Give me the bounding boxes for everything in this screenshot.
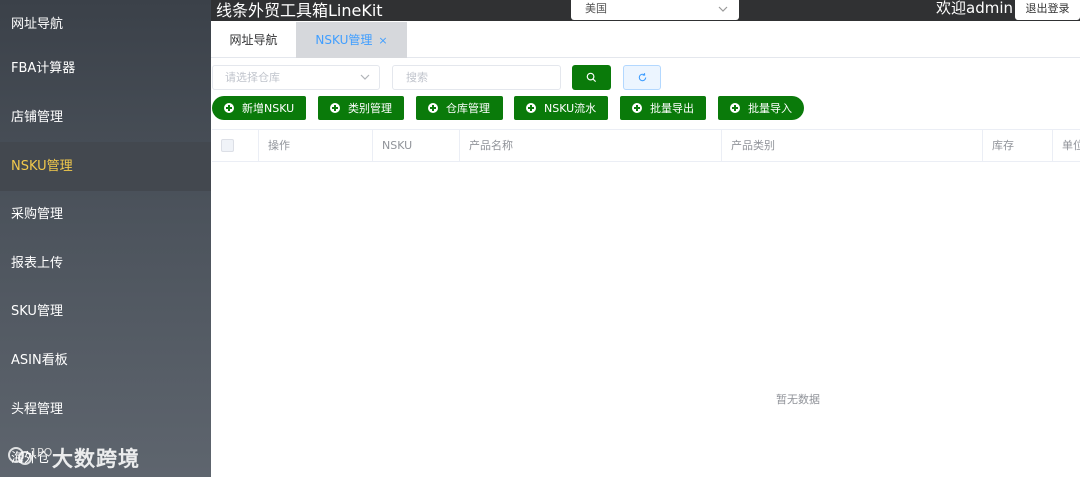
tab-label: 网址导航 (229, 33, 278, 47)
plus-circle-icon (224, 103, 234, 113)
plus-circle-icon (632, 103, 642, 113)
watermark: 1PO 大数跨境 (8, 444, 140, 472)
sidebar-item-purchase-management[interactable]: 采购管理 (0, 190, 211, 239)
top-bar: 线条外贸工具箱LineKit 美国 欢迎admin 退出登录 (211, 0, 1080, 21)
column-header: NSKU (373, 130, 460, 161)
sidebar-item-store-management[interactable]: 店铺管理 (0, 93, 211, 142)
logout-button[interactable]: 退出登录 (1015, 0, 1080, 20)
sidebar: 网址导航 FBA计算器 店铺管理 NSKU管理 采购管理 报表上传 SKU管理 … (0, 0, 211, 477)
table-header: 操作 NSKU 产品名称 产品类别 库存 单位 (212, 129, 1080, 162)
select-all-column (212, 130, 259, 161)
button-label: 新增NSKU (242, 102, 295, 115)
nsku-flow-button[interactable]: NSKU流水 (514, 96, 608, 120)
search-input[interactable] (392, 65, 561, 90)
sidebar-item-report-upload[interactable]: 报表上传 (0, 239, 211, 288)
sidebar-item-fba-calculator[interactable]: FBA计算器 (0, 44, 211, 93)
search-icon (586, 72, 597, 83)
plus-circle-icon (330, 103, 340, 113)
button-label: 批量导出 (650, 102, 694, 115)
search-button[interactable] (572, 65, 611, 90)
column-header: 操作 (259, 130, 373, 161)
chevron-down-icon (718, 6, 728, 12)
nsku-table: 操作 NSKU 产品名称 产品类别 库存 单位 (212, 129, 1080, 162)
tabs-bar: 网址导航 NSKU管理 × (211, 21, 1080, 58)
region-select[interactable]: 美国 (571, 0, 739, 20)
tab-label: NSKU管理 (315, 33, 373, 47)
button-label: 批量导入 (748, 102, 792, 115)
column-header: 库存 (983, 130, 1053, 161)
watermark-logo-icon: 1PO (8, 445, 52, 471)
column-header: 单位 (1062, 139, 1080, 152)
warehouse-select[interactable]: 请选择仓库 (212, 65, 380, 90)
plus-circle-icon (526, 103, 536, 113)
sidebar-item-asin-board[interactable]: ASIN看板 (0, 336, 211, 385)
batch-import-button[interactable]: 批量导入 (718, 96, 804, 120)
warehouse-management-button[interactable]: 仓库管理 (416, 96, 503, 120)
tab-nsku-management[interactable]: NSKU管理 × (296, 22, 407, 58)
batch-export-button[interactable]: 批量导出 (620, 96, 706, 120)
button-label: NSKU流水 (544, 102, 597, 115)
plus-circle-icon (428, 103, 438, 113)
watermark-text: 大数跨境 (52, 447, 140, 471)
button-label: 仓库管理 (446, 102, 490, 115)
button-label: 类别管理 (348, 102, 392, 115)
refresh-icon (638, 73, 646, 82)
sidebar-item-nsku-management[interactable]: NSKU管理 (0, 142, 211, 191)
welcome-text: 欢迎admin (936, 0, 1013, 17)
empty-state-text: 暂无数据 (776, 393, 820, 406)
warehouse-select-placeholder: 请选择仓库 (225, 71, 280, 84)
close-icon[interactable]: × (378, 34, 387, 47)
region-select-value: 美国 (585, 2, 607, 15)
sidebar-item-url-nav[interactable]: 网址导航 (0, 0, 211, 49)
add-nsku-button[interactable]: 新增NSKU (212, 96, 306, 120)
select-all-checkbox[interactable] (221, 139, 234, 152)
category-management-button[interactable]: 类别管理 (318, 96, 404, 120)
refresh-button[interactable] (623, 65, 661, 90)
app-title: 线条外贸工具箱LineKit (216, 1, 383, 20)
chevron-down-icon (360, 74, 370, 80)
column-header: 产品类别 (722, 130, 983, 161)
sidebar-item-first-leg-management[interactable]: 头程管理 (0, 385, 211, 434)
sidebar-item-sku-management[interactable]: SKU管理 (0, 287, 211, 336)
plus-circle-icon (730, 103, 740, 113)
column-header: 产品名称 (460, 130, 722, 161)
tab-url-nav[interactable]: 网址导航 (211, 22, 296, 58)
